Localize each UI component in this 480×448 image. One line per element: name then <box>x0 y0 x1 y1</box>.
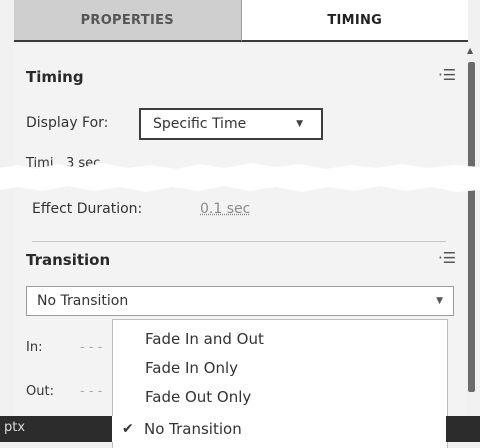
out-field[interactable]: - - - <box>80 384 102 399</box>
timing-menu-icon[interactable]: ·☰ <box>438 66 456 84</box>
file-name-text: ptx <box>4 420 26 435</box>
display-for-select[interactable]: Specific Time ▼ <box>139 108 323 140</box>
vertical-scrollbar[interactable]: ▲ <box>466 44 476 404</box>
timing-section-title: Timing <box>26 68 84 86</box>
dropdown-item-fade-out-only[interactable]: Fade Out Only <box>113 384 447 410</box>
chevron-down-icon: ▼ <box>296 119 303 129</box>
bottom-status-bar: ptx ✔ No Transition <box>0 416 480 442</box>
scroll-up-icon[interactable]: ▲ <box>467 46 473 55</box>
dropdown-item-fade-in-and-out[interactable]: Fade In and Out <box>113 326 447 352</box>
scrollbar-thumb[interactable] <box>468 62 475 392</box>
transition-select[interactable]: No Transition ▼ <box>26 286 454 316</box>
check-icon: ✔ <box>122 421 134 437</box>
tab-properties[interactable]: PROPERTIES <box>14 0 242 42</box>
display-for-value: Specific Time <box>153 116 247 132</box>
dropdown-item-no-transition[interactable]: ✔ No Transition <box>112 416 446 442</box>
dropdown-item-fade-in-only[interactable]: Fade In Only <box>113 355 447 381</box>
out-label: Out: <box>26 384 54 399</box>
display-for-label: Display For: <box>26 115 109 131</box>
in-label: In: <box>26 340 43 355</box>
dropdown-item-no-transition-label: No Transition <box>144 420 242 438</box>
in-field[interactable]: - - - <box>80 340 102 355</box>
transition-menu-icon[interactable]: ·☰ <box>438 249 456 267</box>
effect-duration-label: Effect Duration: <box>32 201 143 217</box>
torn-paper-divider <box>0 163 480 192</box>
transition-selected-value: No Transition <box>37 293 129 309</box>
timing-panel: ▲ Timing ·☰ Display For: Specific Time ▼… <box>0 44 480 448</box>
tab-timing[interactable]: TIMING <box>241 0 468 42</box>
effect-duration-value[interactable]: 0.1 sec <box>200 201 250 217</box>
chevron-down-icon: ▼ <box>436 296 443 306</box>
section-divider <box>32 241 446 242</box>
panel-tabs: PROPERTIES TIMING <box>14 0 468 42</box>
transition-section-title: Transition <box>26 251 111 269</box>
